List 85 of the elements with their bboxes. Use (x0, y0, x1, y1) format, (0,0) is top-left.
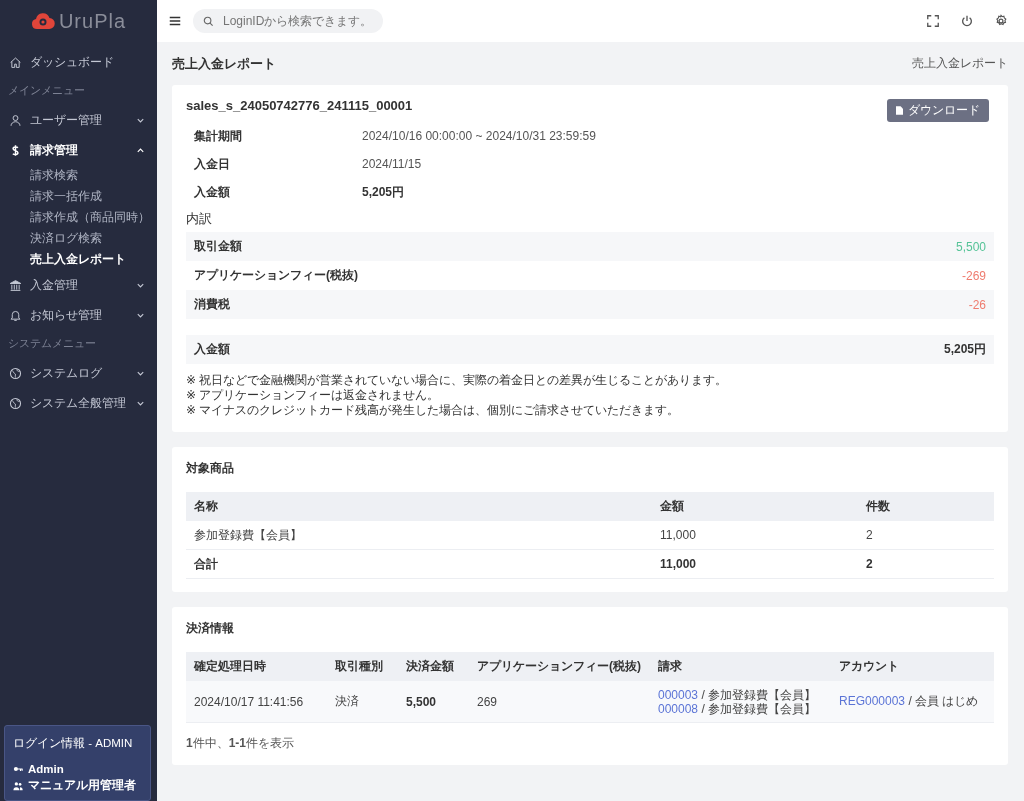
column-header: アカウント (831, 652, 994, 681)
table-cell: 2024/10/17 11:41:56 (186, 681, 327, 723)
column-header: 金額 (652, 492, 858, 521)
file-icon (896, 106, 903, 115)
breakdown-label: 消費税 (194, 296, 230, 313)
chevron-up-icon (136, 145, 145, 155)
table-cell: 2 (858, 521, 994, 550)
globe-icon (9, 396, 22, 410)
sidebar-item[interactable]: システムログ (0, 358, 157, 388)
submenu-item[interactable]: 決済ログ検索 (0, 228, 157, 249)
brand-name: UruPla (58, 9, 127, 33)
breakdown-amount: -269 (961, 268, 986, 283)
column-header: 決済金額 (398, 652, 469, 681)
report-id: sales_s_24050742776_241115_00001 (186, 98, 413, 113)
submenu-item[interactable]: 請求検索 (0, 165, 157, 186)
breakdown-amount: -26 (968, 297, 986, 312)
globe-icon (9, 366, 22, 380)
total-cell: 11,000 (652, 549, 858, 579)
power-icon[interactable] (960, 14, 974, 28)
sidebar-item[interactable]: ダッシュボード (0, 47, 157, 77)
search-field[interactable]: LoginIDから検索できます。 (193, 9, 383, 33)
invoice-name: / 参加登録費【会員】 (701, 701, 817, 716)
search-icon (203, 15, 214, 27)
field-value: 2024/11/15 (362, 157, 422, 171)
sidebar-item[interactable]: システム全般管理 (0, 388, 157, 418)
submenu-item[interactable]: 請求一括作成 (0, 186, 157, 207)
note-text: ※ 祝日などで金融機関が営業されていない場合に、実際の着金日との差異が生じることがあります。 (186, 373, 729, 388)
menu-section-label: システムメニュー (7, 336, 97, 351)
note-text: ※ マイナスのクレジットカード残高が発生した場合は、個別にご請求させていただきます。 (186, 403, 681, 418)
total-cell: 2 (858, 549, 994, 579)
submenu-item[interactable]: 請求作成（商品同時） (0, 207, 157, 228)
invoice-link[interactable]: 000008 (658, 701, 699, 716)
column-header: 確定処理日時 (186, 652, 327, 681)
breakdown-label: 取引金額 (194, 238, 242, 255)
login-role: マニュアル用管理者 (28, 778, 136, 793)
column-header: 名称 (186, 492, 652, 521)
settings-icon[interactable] (994, 14, 1008, 28)
section-title: 決済情報 (186, 620, 235, 637)
fullscreen-icon[interactable] (926, 14, 940, 28)
submenu-item[interactable]: 売上入金レポート (0, 249, 157, 270)
total-label: 入金額 (194, 341, 230, 358)
cloud-logo-icon (30, 12, 55, 30)
pagination-summary: 1件中、1-1件を表示 (186, 735, 296, 752)
home-icon (9, 55, 22, 69)
breakdown-label: アプリケーションフィー(税抜) (194, 267, 358, 284)
page-title: 売上入金レポート (172, 54, 276, 73)
column-header: 件数 (858, 492, 994, 521)
column-header: 請求 (650, 652, 831, 681)
table-cell: 参加登録費【会員】 (186, 521, 652, 550)
field-value: 2024/10/16 00:00:00 ~ 2024/10/31 23:59:59 (362, 129, 596, 143)
table-cell: 5,500 (398, 681, 469, 723)
account-name: / 会員 はじめ (908, 694, 979, 708)
sidebar-item[interactable]: ユーザー管理 (0, 105, 157, 135)
breadcrumb[interactable]: 売上入金レポート (912, 55, 1008, 72)
field-label: 集計期間 (194, 127, 243, 145)
bell-icon (9, 308, 22, 322)
field-label: 入金日 (194, 155, 231, 173)
bank-icon (9, 278, 22, 292)
column-header: 取引種別 (327, 652, 398, 681)
menu-icon[interactable] (168, 14, 182, 28)
breakdown-amount: 5,500 (955, 239, 986, 254)
login-user-name: Admin (28, 762, 64, 775)
invoice-name: / 参加登録費【会員】 (701, 687, 817, 702)
total-cell: 合計 (186, 549, 652, 579)
sidebar-item[interactable]: お知らせ管理 (0, 300, 157, 330)
menu-section-label: メインメニュー (7, 83, 86, 98)
dollar-icon (9, 143, 22, 157)
users-icon (13, 780, 23, 791)
sidebar-item[interactable]: 請求管理 (0, 135, 157, 165)
column-header: アプリケーションフィー(税抜) (469, 652, 650, 681)
table-cell: 決済 (327, 681, 398, 723)
field-value: 5,205円 (362, 183, 405, 201)
invoice-link[interactable]: 000003 (658, 687, 699, 702)
breakdown-title: 内訳 (186, 210, 213, 228)
field-label: 入金額 (194, 183, 231, 201)
note-text: ※ アプリケーションフィーは返金されません。 (186, 388, 441, 403)
section-title: 対象商品 (186, 460, 235, 477)
account-link[interactable]: REG000003 (839, 694, 906, 708)
sidebar-item[interactable]: 入金管理 (0, 270, 157, 300)
table-cell: 11,000 (652, 521, 858, 550)
table-cell: 269 (469, 681, 650, 723)
total-amount: 5,205円 (943, 341, 986, 358)
login-info-title: ログイン情報 - ADMIN (13, 736, 134, 751)
download-button[interactable]: ダウンロード (887, 99, 989, 122)
user-icon (9, 113, 22, 127)
